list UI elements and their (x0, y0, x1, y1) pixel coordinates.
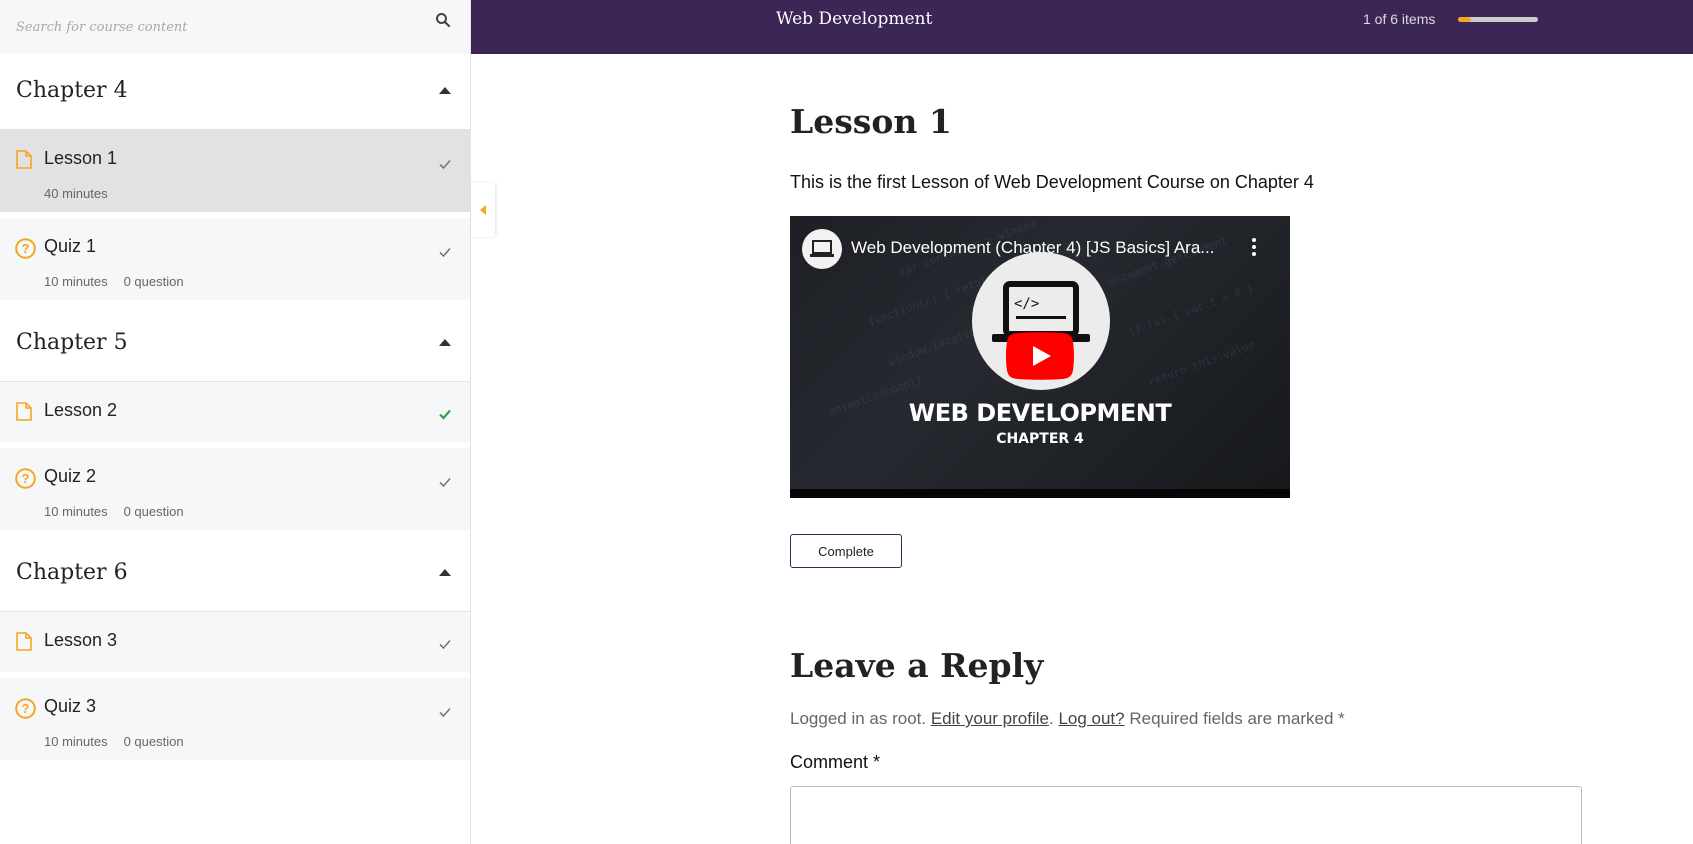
sidebar-item-lesson[interactable]: Lesson 2 (0, 382, 470, 448)
sidebar-item-lesson[interactable]: Lesson 1 40 minutes (0, 130, 470, 218)
caret-up-icon[interactable] (439, 87, 451, 94)
search-bar (0, 0, 470, 54)
svg-text:?: ? (22, 471, 30, 486)
comment-textarea[interactable] (790, 786, 1582, 844)
svg-text:</>: </> (1014, 296, 1039, 312)
logged-in-notice: Logged in as root. Edit your profile. Lo… (790, 709, 1345, 729)
lesson-file-icon (16, 150, 32, 169)
chapter-list: Chapter 4 Lesson 1 40 minutes? Quiz 1 10 min… (0, 54, 470, 766)
progress-text: 1 of 6 items (1363, 11, 1436, 27)
item-duration: 40 minutes (44, 186, 108, 201)
separator-text: . (1048, 709, 1054, 728)
item-meta: 40 minutes (44, 186, 108, 201)
item-title: Quiz 2 (44, 466, 97, 486)
more-options-icon[interactable] (1252, 238, 1256, 256)
check-icon (439, 247, 451, 258)
sidebar-item-quiz[interactable]: ? Quiz 2 10 minutes 0 question (0, 448, 470, 536)
video-player[interactable]: var container = window function(c) { ret… (790, 216, 1290, 498)
item-duration: 10 minutes (44, 504, 108, 519)
edit-profile-link[interactable]: Edit your profile (931, 709, 1049, 728)
check-icon (439, 409, 451, 420)
item-title: Lesson 2 (44, 400, 118, 420)
logged-in-text: Logged in as root. (790, 709, 927, 728)
item-title: Lesson 3 (44, 630, 118, 650)
channel-avatar[interactable] (802, 229, 842, 269)
item-meta: 10 minutes 0 question (44, 274, 184, 289)
video-banner-title: WEB DEVELOPMENT (908, 399, 1172, 427)
lesson-file-icon (16, 632, 32, 651)
lesson-title: Lesson 1 (790, 102, 952, 141)
item-duration: 10 minutes (44, 734, 108, 749)
check-icon (439, 159, 451, 170)
top-bar: Web Development 1 of 6 items (471, 0, 1693, 54)
search-icon[interactable] (435, 12, 451, 28)
item-title: Quiz 3 (44, 696, 97, 716)
course-title: Web Development (776, 9, 933, 29)
caret-up-icon[interactable] (439, 339, 451, 346)
caret-left-icon (480, 205, 486, 215)
sidebar-item-quiz[interactable]: ? Quiz 1 10 minutes 0 question (0, 218, 470, 306)
check-icon (439, 477, 451, 488)
progress-fill (1458, 17, 1472, 22)
item-title: Lesson 1 (44, 148, 118, 168)
video-control-strip (790, 489, 1290, 498)
chapter-header[interactable]: Chapter 6 (0, 536, 470, 612)
check-icon (439, 639, 451, 650)
sidebar-toggle-button[interactable] (471, 183, 495, 237)
item-duration: 10 minutes (44, 274, 108, 289)
item-meta: 10 minutes 0 question (44, 504, 184, 519)
item-question-count: 0 question (123, 734, 184, 749)
quiz-icon: ? (15, 238, 36, 259)
lesson-description: This is the first Lesson of Web Developm… (790, 172, 1314, 192)
svg-text:?: ? (22, 701, 30, 716)
chapter-title: Chapter 4 (16, 78, 128, 103)
complete-button[interactable]: Complete (790, 534, 902, 568)
progress-bar (1458, 17, 1538, 22)
search-input[interactable] (0, 0, 420, 54)
lesson-file-icon (16, 402, 32, 421)
video-banner-subtitle: CHAPTER 4 (996, 431, 1084, 447)
play-icon[interactable] (1006, 332, 1074, 380)
item-title: Quiz 1 (44, 236, 97, 256)
comment-label: Comment * (790, 752, 881, 772)
chapter-header[interactable]: Chapter 5 (0, 306, 470, 382)
required-note: Required fields are marked * (1129, 709, 1345, 728)
svg-text:if (x) { var t = 0 }: if (x) { var t = 0 } (1127, 281, 1256, 339)
reply-title: Leave a Reply (790, 646, 1044, 685)
log-out-link[interactable]: Log out? (1058, 709, 1124, 728)
caret-up-icon[interactable] (439, 569, 451, 576)
item-meta: 10 minutes 0 question (44, 734, 184, 749)
sidebar-item-lesson[interactable]: Lesson 3 (0, 612, 470, 678)
svg-text:return this.value: return this.value (1147, 338, 1257, 389)
chapter-title: Chapter 5 (16, 330, 128, 355)
course-sidebar: Chapter 4 Lesson 1 40 minutes? Quiz 1 10 min… (0, 0, 471, 844)
chapter-header[interactable]: Chapter 4 (0, 54, 470, 130)
svg-text:?: ? (22, 241, 30, 256)
check-icon (439, 707, 451, 718)
quiz-icon: ? (15, 698, 36, 719)
sidebar-item-quiz[interactable]: ? Quiz 3 10 minutes 0 question (0, 678, 470, 766)
quiz-icon: ? (15, 468, 36, 489)
item-question-count: 0 question (123, 274, 184, 289)
item-question-count: 0 question (123, 504, 184, 519)
chapter-title: Chapter 6 (16, 560, 128, 585)
